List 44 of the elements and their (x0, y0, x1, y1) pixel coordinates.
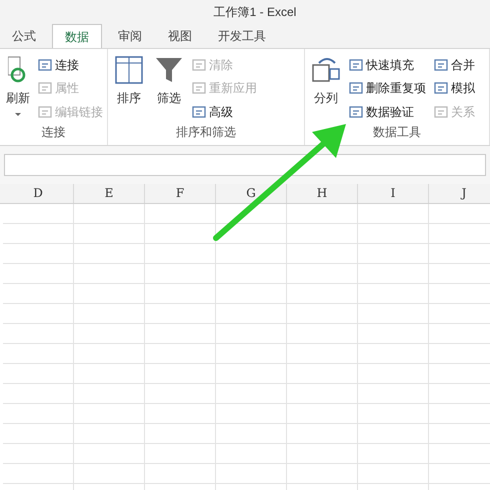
group-label: 数据工具 (372, 124, 422, 141)
item-icon (38, 58, 52, 72)
ribbon-item[interactable]: 删除重复项 (349, 78, 426, 98)
column-header[interactable]: I (358, 184, 429, 203)
item-icon (349, 81, 363, 96)
item-icon (434, 81, 448, 96)
group-label: 连接 (40, 124, 66, 141)
item-icon (192, 81, 206, 96)
sort-icon (114, 55, 144, 85)
column-header[interactable]: G (216, 184, 287, 203)
item-icon (349, 58, 363, 72)
funnel-icon (154, 55, 184, 85)
group-label: 排序和筛选 (175, 124, 237, 141)
column-header[interactable]: F (145, 184, 216, 203)
item-icon (192, 104, 206, 119)
formula-bar[interactable] (4, 154, 486, 176)
ribbon-item[interactable]: 合并 (434, 55, 475, 75)
ribbon-item[interactable]: 高级 (192, 102, 257, 122)
window-title: 工作簿1 - Excel (214, 4, 296, 21)
ribbon-tab[interactable]: 数据 (52, 24, 102, 48)
ribbon-tab[interactable]: 视图 (158, 24, 202, 48)
item-icon (434, 104, 448, 119)
ribbon-button[interactable]: 刷新 (4, 55, 32, 123)
ribbon-item[interactable]: 模拟 (434, 78, 475, 98)
ribbon-item[interactable]: 连接 (38, 55, 103, 75)
column-header[interactable]: H (287, 184, 358, 203)
column-header[interactable]: D (3, 184, 74, 203)
item-icon (192, 58, 206, 72)
ribbon-button[interactable]: 分列 (309, 55, 343, 123)
column-header[interactable]: J (429, 184, 490, 203)
item-icon (434, 58, 448, 72)
ribbon-tab[interactable]: 公式 (2, 24, 46, 48)
column-header[interactable]: E (74, 184, 145, 203)
item-icon (38, 104, 52, 119)
ribbon-item[interactable]: 数据验证 (349, 102, 426, 122)
item-icon (38, 81, 52, 96)
ribbon-tab[interactable]: 审阅 (108, 24, 152, 48)
refresh-icon (8, 55, 28, 85)
columns-icon (311, 55, 341, 85)
item-icon (349, 104, 363, 119)
ribbon-button[interactable]: 筛选 (152, 55, 186, 123)
ribbon-tab[interactable]: 开发工具 (208, 24, 276, 48)
ribbon-item[interactable]: 快速填充 (349, 55, 426, 75)
ribbon-button[interactable]: 排序 (112, 55, 146, 123)
